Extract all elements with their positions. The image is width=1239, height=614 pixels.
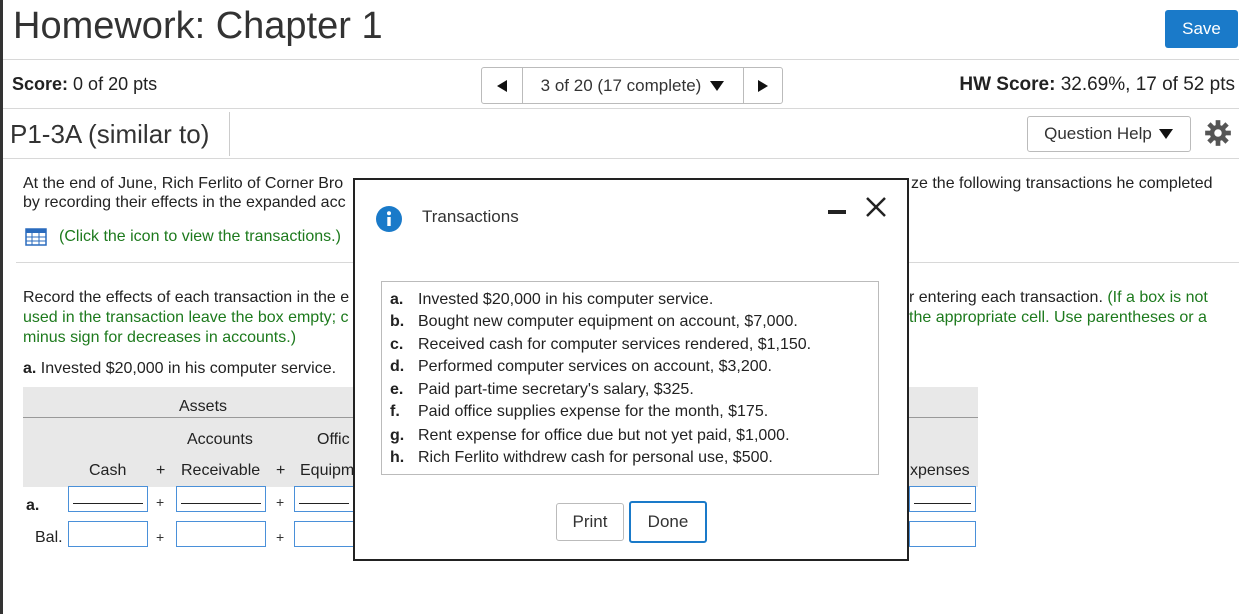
intro-text: At the end of June, Rich Ferlito of Corn… (23, 175, 344, 192)
minimize-icon[interactable] (828, 210, 846, 214)
question-id: P1-3A (similar to) (10, 119, 210, 149)
question-help-label: Question Help (1044, 124, 1152, 143)
expenses-header: xpenses (910, 462, 970, 479)
plus-sign: + (276, 494, 285, 510)
caret-down-icon (710, 80, 725, 91)
instructions-text: Record the effects of each transaction i… (23, 289, 350, 306)
list-item: a. Invested $20,000 in his computer servi… (390, 291, 714, 308)
gear-icon[interactable] (1204, 119, 1232, 147)
assets-header: Assets (179, 398, 228, 415)
info-icon (376, 206, 402, 232)
triangle-left-icon (497, 79, 507, 92)
equipment-input-bal[interactable] (294, 521, 354, 547)
list-item: d. Performed computer services on account… (390, 358, 772, 375)
list-item: e. Paid part-time secretary's salary, $32… (390, 381, 694, 398)
dialog-title: Transactions (422, 207, 519, 226)
score: Score: 0 of 20 pts (12, 74, 157, 95)
instructions-hint: used in the transaction leave the box em… (23, 309, 349, 326)
plus-sign: + (276, 529, 285, 545)
task-letter: a. (23, 360, 37, 377)
divider (3, 108, 1239, 109)
score-label: Score: (12, 74, 69, 94)
instructions-hint-right: the appropriate cell. Use parentheses or… (909, 309, 1207, 326)
print-button[interactable]: Print (556, 503, 624, 541)
caret-down-icon (1158, 129, 1173, 139)
task-prompt: a. Invested $20,000 in his computer serv… (23, 359, 336, 379)
list-item: c. Received cash for computer services re… (390, 336, 812, 353)
triangle-right-icon (758, 79, 768, 92)
hw-score-value: 32.69%, 17 of 52 pts (1060, 74, 1235, 95)
done-button[interactable]: Done (629, 501, 707, 543)
plus-sign: + (276, 462, 286, 479)
cash-input-bal[interactable] (68, 521, 148, 547)
receivable-header: Receivable (181, 462, 261, 479)
equipment-header: Equipm (300, 462, 355, 479)
instructions-text-right: r entering each transaction. (If a box i… (909, 288, 1208, 308)
intro-text-2: by recording their effects in the expand… (23, 194, 346, 211)
next-question-button[interactable] (743, 68, 783, 103)
instructions-right-green: (If a box is not (1107, 289, 1208, 306)
row-label-a: a. (26, 497, 40, 514)
instructions-hint-2: minus sign for decreases in accounts.) (23, 329, 297, 346)
hw-score: HW Score: 32.69%, 17 of 52 pts (959, 74, 1235, 96)
hw-score-label: HW Score: (959, 74, 1056, 95)
page-title: Homework: Chapter 1 (13, 5, 383, 47)
cash-input-a[interactable] (68, 486, 148, 512)
office-header: Offic (317, 431, 350, 448)
plus-sign: + (156, 529, 165, 545)
task-text: Invested $20,000 in his computer service… (40, 360, 337, 377)
expenses-input-a[interactable] (909, 486, 976, 512)
close-icon[interactable] (864, 195, 888, 219)
score-value: 0 of 20 pts (73, 74, 158, 94)
intro-text-right: ze the following transactions he complet… (911, 175, 1213, 192)
view-transactions-link[interactable]: (Click the icon to view the transactions… (59, 227, 341, 247)
cash-header: Cash (89, 462, 127, 479)
question-position: 3 of 20 (17 complete) (540, 75, 702, 95)
list-item: h. Rich Ferlito withdrew cash for persona… (390, 449, 773, 466)
receivable-input-a[interactable] (176, 486, 266, 512)
question-selector[interactable]: 3 of 20 (17 complete) (522, 68, 744, 103)
equipment-input-a[interactable] (294, 486, 354, 512)
list-item: g. Rent expense for office due but not ye… (390, 427, 790, 444)
divider (3, 158, 1239, 159)
plus-sign: + (156, 462, 166, 479)
question-navigator: 3 of 20 (17 complete) (481, 67, 783, 104)
row-label-bal: Bal. (35, 529, 63, 546)
list-item: f. Paid office supplies expense for the m… (390, 403, 769, 420)
list-item: b. Bought new computer equipment on accou… (390, 313, 798, 330)
left-edge (0, 0, 3, 614)
instructions-right-plain: r entering each transaction. (909, 289, 1103, 306)
receivable-input-bal[interactable] (176, 521, 266, 547)
plus-sign: + (156, 494, 165, 510)
transactions-list: a. Invested $20,000 in his computer servi… (381, 281, 879, 475)
table-icon[interactable] (25, 228, 47, 246)
save-button[interactable]: Save (1165, 10, 1238, 48)
accounts-header: Accounts (187, 431, 253, 448)
divider (229, 112, 230, 156)
previous-question-button[interactable] (482, 68, 522, 103)
expenses-input-bal[interactable] (909, 521, 976, 547)
divider (3, 59, 1239, 60)
question-help-button[interactable]: Question Help (1027, 116, 1191, 152)
